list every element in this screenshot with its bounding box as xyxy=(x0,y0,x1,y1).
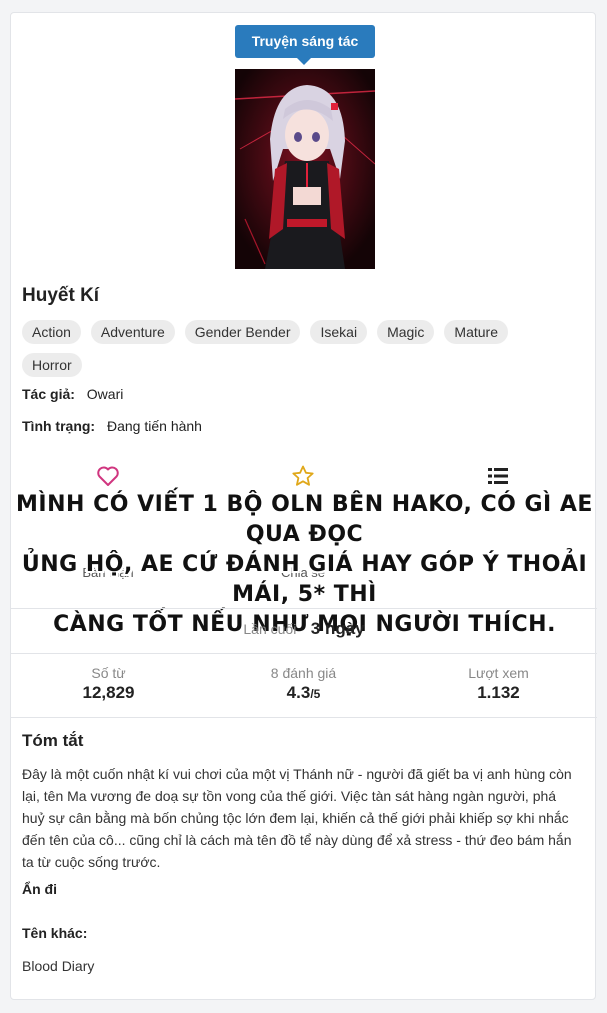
stats-row: Số từ 12,829 8 đánh giá 4.3/5 Lượt xem 1… xyxy=(11,665,597,717)
author-label: Tác giả: xyxy=(22,386,75,402)
rating-value: 4.3 xyxy=(286,683,311,702)
cover-illustration xyxy=(235,69,375,269)
last-update-value: 3 ngày xyxy=(310,619,365,638)
word-count-value: 12,829 xyxy=(82,683,135,702)
star-icon xyxy=(292,465,314,486)
rating-label: 8 đánh giá xyxy=(270,665,337,681)
last-update-label: Lần cuối xyxy=(243,621,297,637)
other-names-label: Tên khác: xyxy=(22,925,88,941)
views-label: Lượt xem xyxy=(468,665,529,681)
genre-tags: Action Adventure Gender Bender Isekai Magic M… xyxy=(22,320,582,386)
tag-action[interactable]: Action xyxy=(22,320,81,344)
author-value[interactable]: Owari xyxy=(87,386,124,402)
heart-icon xyxy=(97,466,119,486)
badge-pointer xyxy=(297,58,311,65)
divider xyxy=(11,717,597,718)
status-value: Đang tiến hành xyxy=(107,418,202,434)
tag-adventure[interactable]: Adventure xyxy=(90,320,175,344)
summary-text: Đây là một cuốn nhật kí vui chơi của một… xyxy=(22,766,572,870)
tag-horror[interactable]: Horror xyxy=(22,353,82,377)
status-label: Tình trạng: xyxy=(22,418,96,434)
novel-card: Truyện sáng tác Huyết Kí Action Adventur… xyxy=(10,12,597,1000)
rating-stat[interactable]: 8 đánh giá 4.3/5 xyxy=(206,665,401,703)
cover-image[interactable] xyxy=(235,69,375,269)
divider xyxy=(11,653,597,654)
author-row: Tác giả: Owari xyxy=(22,386,123,402)
rating-scale: /5 xyxy=(310,687,321,701)
tag-mature[interactable]: Mature xyxy=(444,320,508,344)
tag-magic[interactable]: Magic xyxy=(377,320,435,344)
divider xyxy=(11,608,597,609)
category-badge[interactable]: Truyện sáng tác xyxy=(235,25,375,58)
novel-title[interactable]: Huyết Kí xyxy=(22,285,99,307)
word-count-label: Số từ xyxy=(91,665,126,681)
views-value: 1.132 xyxy=(477,683,520,702)
tag-gender-bender[interactable]: Gender Bender xyxy=(184,320,301,344)
word-count-stat: Số từ 12,829 xyxy=(11,665,206,703)
collapse-summary-link[interactable]: Ẩn đi xyxy=(22,881,57,897)
rating-value-wrap: 4.3/5 xyxy=(206,683,401,703)
list-icon xyxy=(488,468,508,484)
overlay-message: MÌNH CÓ VIẾT 1 BỘ OLN BÊN HAKO, CÓ GÌ AE… xyxy=(1,490,607,640)
summary-heading: Tóm tắt xyxy=(22,731,84,750)
other-names-value: Blood Diary xyxy=(22,958,95,974)
overlay-line: MÌNH CÓ VIẾT 1 BỘ OLN BÊN HAKO, CÓ GÌ AE… xyxy=(16,492,593,547)
last-update: Lần cuối 3 ngày xyxy=(11,619,597,639)
status-row: Tình trạng: Đang tiến hành xyxy=(22,418,202,434)
overlay-line: ỦNG HỘ, AE CỨ ĐÁNH GIÁ HAY GÓP Ý THOẢI M… xyxy=(21,552,588,607)
views-stat: Lượt xem 1.132 xyxy=(401,665,596,703)
tag-isekai[interactable]: Isekai xyxy=(310,320,368,344)
